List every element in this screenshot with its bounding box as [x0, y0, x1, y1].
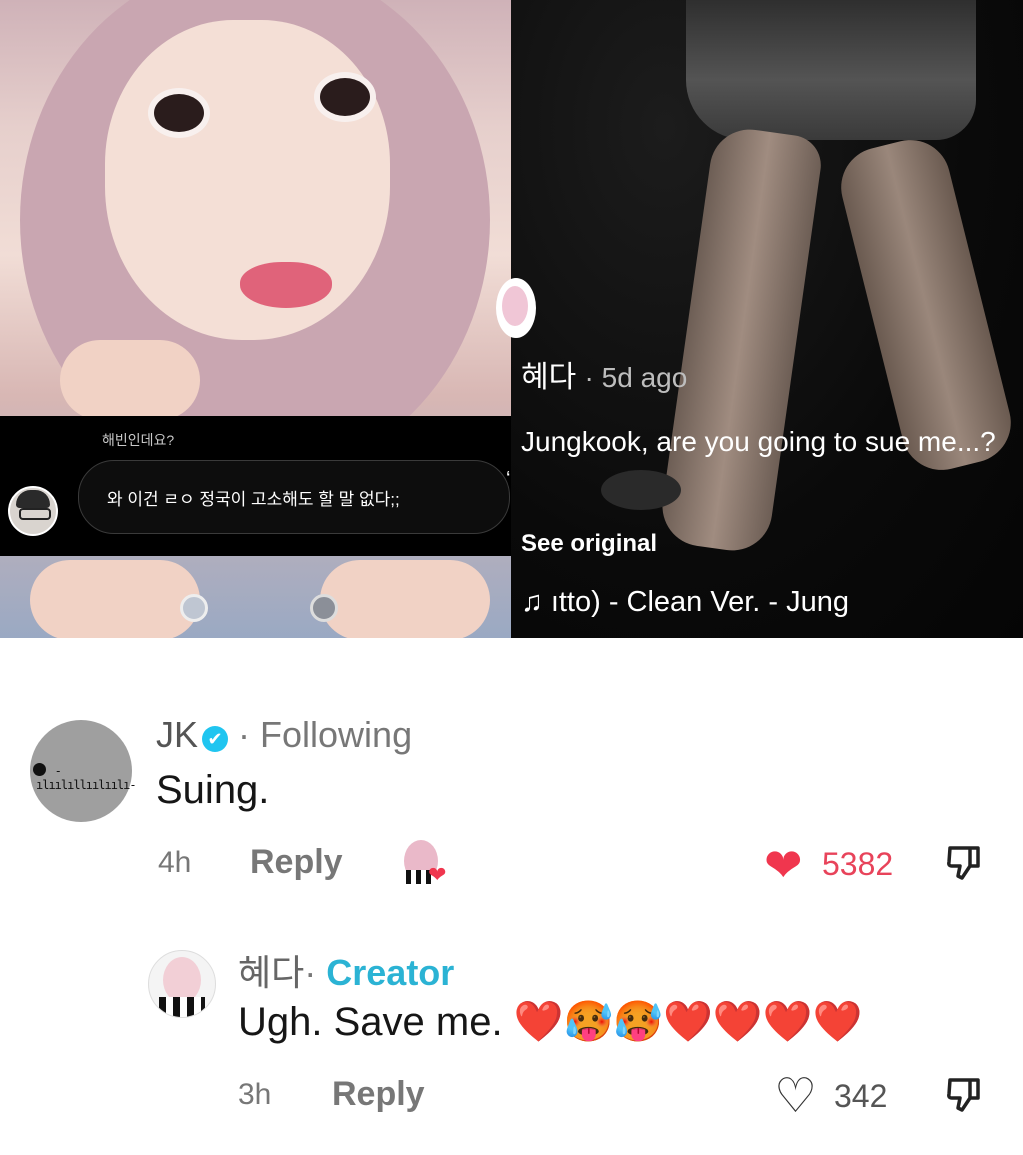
overlay-comment-bubble: 와 이건 ㄹㅇ 정국이 고소해도 할 말 없다;;: [78, 460, 510, 534]
creator-badge: Creator: [326, 952, 455, 993]
shoe-shape: [601, 470, 681, 510]
music-note-icon: ♫: [521, 586, 543, 618]
like-heart-icon[interactable]: ❤: [764, 838, 803, 892]
overlay-comment-avatar: [8, 486, 58, 536]
video-author[interactable]: 혜다: [521, 361, 576, 394]
overlay-comment: 해빈인데요? 와 이건 ㄹㅇ 정국이 고소해도 할 말 없다;;: [0, 416, 511, 556]
button-detail: [180, 594, 208, 622]
author-separator: ·: [304, 952, 317, 993]
comment-author-jk[interactable]: JK: [156, 714, 198, 755]
video-caption: Jungkook, are you going to sue me...?: [521, 426, 996, 457]
button-detail: [310, 594, 338, 622]
avatar-sticker: [496, 278, 536, 338]
overlay-comment-text: 와 이건 ㄹㅇ 정국이 고소해도 할 말 없다;;: [107, 490, 400, 509]
comment-time: 3h: [238, 1078, 272, 1111]
soundwave-icon: -ılıılıllıılıılı-: [36, 764, 137, 792]
dislike-icon[interactable]: [944, 1074, 984, 1114]
like-count: 5382: [822, 846, 894, 882]
video-reply-preview: 해빈인데요? 와 이건 ㄹㅇ 정국이 고소해도 할 말 없다;; 혜다 · 5d…: [0, 0, 1023, 638]
comment-time: 4h: [158, 846, 192, 879]
comment-author-line: JK ✔ · Following: [156, 714, 412, 756]
creator-liked-badge: ❤: [400, 840, 450, 887]
comment-avatar-jk[interactable]: -ılıılıllıılıılı-: [30, 720, 137, 822]
hand-shape: [320, 560, 490, 638]
skirt-shape: [686, 0, 976, 140]
left-video-frame[interactable]: 해빈인데요? 와 이건 ㄹㅇ 정국이 고소해도 할 말 없다;;: [0, 0, 511, 638]
comment-text: Suing.: [156, 768, 270, 812]
comment-author-creator[interactable]: 혜다: [238, 952, 304, 993]
video-age: · 5d ago: [584, 362, 688, 393]
verified-icon: ✔: [202, 726, 229, 752]
comment-text: Ugh. Save me. ❤️🥵🥵❤️❤️❤️❤️: [238, 1000, 863, 1044]
comment-avatar-creator[interactable]: [148, 950, 216, 1018]
hand-shape: [30, 560, 200, 638]
music-bar[interactable]: ♫ ıtto) - Clean Ver. - Jung: [521, 586, 849, 619]
like-count: 342: [834, 1078, 888, 1114]
right-eye-shape: [314, 72, 376, 122]
comment-author-line: 혜다· Creator: [238, 944, 454, 996]
following-label: · Following: [238, 714, 413, 755]
quote-mark: ‘: [506, 468, 511, 490]
hand-shape: [60, 340, 200, 420]
leg-shape: [657, 124, 825, 556]
left-eye-shape: [148, 88, 210, 138]
like-heart-icon[interactable]: ♡: [774, 1068, 817, 1124]
see-original-link[interactable]: See original: [521, 530, 657, 558]
dislike-icon[interactable]: [944, 842, 984, 882]
overlay-comment-username: 해빈인데요?: [102, 432, 175, 448]
music-title: ıtto) - Clean Ver. - Jung: [550, 586, 850, 618]
right-video-frame[interactable]: 혜다 · 5d ago Jungkook, are you going to s…: [511, 0, 1023, 638]
reply-button[interactable]: Reply: [250, 843, 343, 882]
lips-shape: [240, 262, 332, 308]
video-author-line: 혜다 · 5d ago: [521, 352, 687, 396]
reply-button[interactable]: Reply: [332, 1075, 425, 1114]
